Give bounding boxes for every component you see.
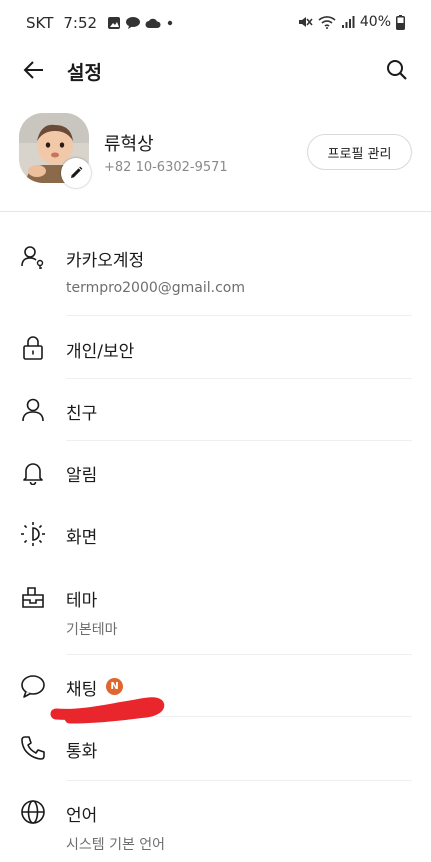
menu-label: 통화 (66, 742, 98, 762)
menu-label: 개인/보안 (66, 342, 135, 362)
profile-section: 류혁상 +82 10-6302-9571 프로필 관리 (0, 110, 431, 190)
carrier-label: SKT (26, 14, 54, 32)
profile-manage-button[interactable]: 프로필 관리 (307, 134, 412, 170)
account-icon (20, 244, 46, 270)
profile-phone: +82 10-6302-9571 (104, 160, 228, 175)
theme-current: 기본테마 (66, 622, 118, 638)
menu-divider (66, 780, 412, 781)
notification-icons (107, 16, 175, 30)
signal-icon (341, 15, 355, 29)
person-icon (20, 397, 46, 423)
battery-icon (396, 14, 405, 30)
phone-icon (20, 735, 46, 761)
bell-icon (20, 459, 46, 485)
menu-divider (66, 654, 412, 655)
search-button[interactable] (383, 56, 411, 84)
battery-level: 40% (359, 14, 391, 30)
search-icon (385, 58, 409, 82)
menu-label: 카카오계정 (66, 251, 145, 271)
app-bar: 설정 (0, 50, 431, 90)
avatar-edit-button[interactable] (61, 158, 91, 188)
message-icon (125, 16, 141, 30)
menu-label: 언어 (66, 806, 98, 826)
menu-divider (66, 315, 412, 316)
clock: 7:52 (63, 14, 98, 32)
menu-divider (66, 378, 412, 379)
menu-label: 테마 (66, 591, 98, 611)
chat-bubble-icon (20, 673, 46, 699)
globe-icon (20, 799, 46, 825)
menu-item-theme[interactable]: 테마 기본테마 (0, 574, 431, 655)
section-divider (0, 211, 431, 212)
menu-item-call[interactable]: 통화 (0, 718, 431, 781)
dot-icon (165, 18, 175, 28)
page-title: 설정 (67, 62, 102, 84)
lock-icon (20, 335, 46, 361)
status-bar-left: SKT 7:52 (26, 14, 175, 32)
menu-item-display[interactable]: 화면 (0, 504, 431, 564)
mute-icon (297, 15, 313, 29)
menu-item-language[interactable]: 언어 시스템 기본 언어 (0, 790, 431, 862)
back-button[interactable] (20, 56, 48, 84)
account-email: termpro2000@gmail.com (66, 280, 246, 296)
profile-name: 류혁상 (104, 134, 154, 155)
status-bar: SKT 7:52 40% (0, 0, 431, 46)
menu-item-privacy-security[interactable]: 개인/보안 (0, 318, 431, 379)
menu-label: 화면 (66, 528, 98, 548)
menu-item-notifications[interactable]: 알림 (0, 442, 431, 502)
arrow-left-icon (22, 58, 46, 82)
menu-item-kakao-account[interactable]: 카카오계정 termpro2000@gmail.com (0, 236, 431, 316)
menu-divider (66, 440, 412, 441)
menu-label: 알림 (66, 466, 98, 486)
menu-label: 친구 (66, 404, 98, 424)
wifi-icon (318, 15, 336, 29)
theme-icon (20, 584, 46, 610)
gallery-icon (107, 16, 121, 30)
status-bar-right: 40% (297, 14, 405, 30)
brightness-icon (20, 521, 46, 547)
cloud-icon (145, 17, 161, 29)
pencil-icon (69, 166, 83, 180)
language-current: 시스템 기본 언어 (66, 837, 166, 853)
menu-item-friends[interactable]: 친구 (0, 380, 431, 441)
